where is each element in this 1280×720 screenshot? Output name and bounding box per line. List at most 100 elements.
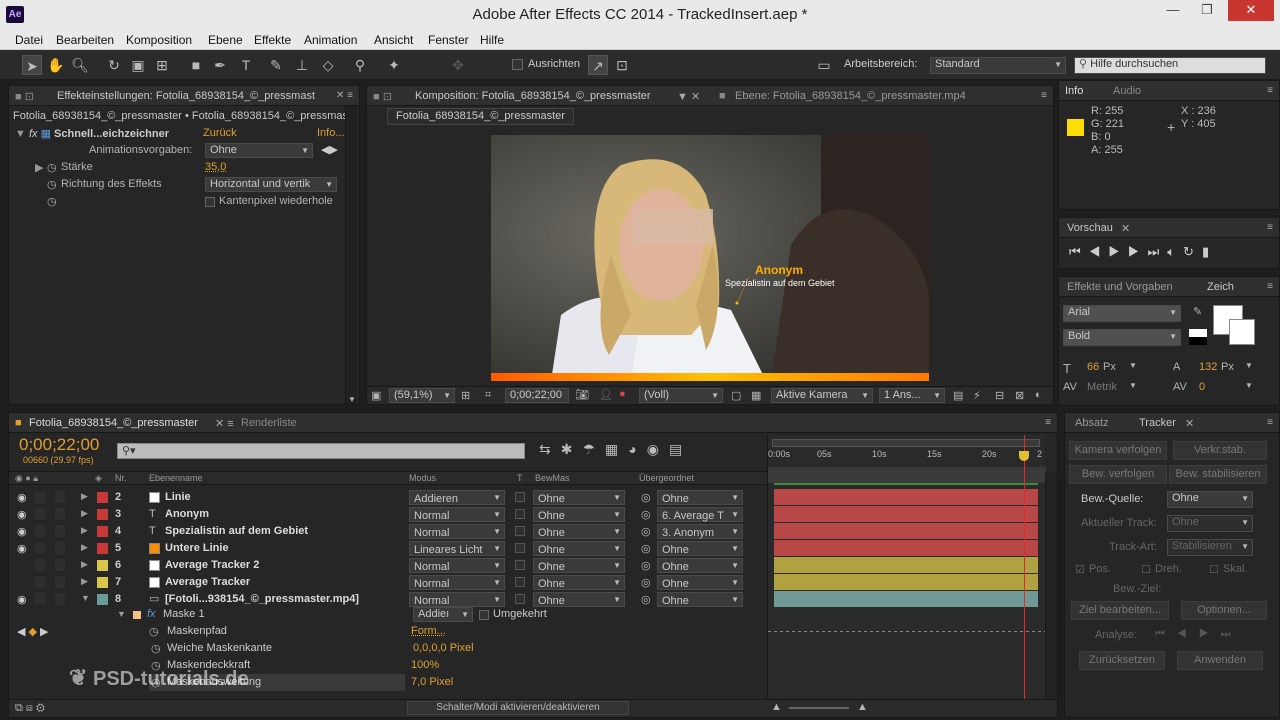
preserve-transparency-checkbox[interactable] [515, 526, 525, 536]
tab-tracker[interactable]: Tracker [1139, 417, 1176, 429]
playhead[interactable] [1023, 435, 1025, 699]
layer-label-color[interactable] [97, 543, 108, 554]
lock-switch[interactable] [55, 559, 65, 571]
mask-color-swatch[interactable] [133, 611, 141, 619]
stopwatch-icon[interactable]: ◷ [149, 625, 159, 638]
layer-duration-bar[interactable] [774, 523, 1038, 539]
layer-duration-bar[interactable] [774, 489, 1038, 505]
lock-switch[interactable] [55, 576, 65, 588]
layer-mode-select[interactable]: Normal ▼ [409, 575, 505, 590]
lock-switch[interactable] [55, 491, 65, 503]
menu-komposition[interactable]: Komposition [126, 33, 192, 47]
work-area-bar[interactable] [772, 439, 1040, 447]
play-icon[interactable]: ▶︎ [1108, 244, 1128, 259]
layer-parent-select[interactable]: 3. Anonym ▼ [657, 524, 743, 539]
mask-path-keyframes[interactable] [768, 631, 1046, 632]
parent-pickwhip-icon[interactable]: ◎ [641, 525, 651, 538]
layer-expand-icon[interactable]: ▶ [81, 508, 88, 519]
layer-name[interactable]: [Fotoli...938154_©_pressmaster.mp4] [165, 593, 359, 605]
effects-scrollbar[interactable]: ▼ [345, 106, 357, 404]
layer-label-color[interactable] [97, 594, 108, 605]
layer-duration-bar[interactable] [774, 506, 1038, 522]
layer-expand-icon[interactable]: ▶ [81, 542, 88, 553]
lock-switch[interactable] [55, 508, 65, 520]
layer-label-color[interactable] [97, 526, 108, 537]
first-frame-icon[interactable]: ⏮︎ [1069, 244, 1089, 259]
zoom-select[interactable]: (59,1%) ▼ [389, 388, 455, 403]
layer-name[interactable]: Anonym [165, 508, 209, 520]
layer-parent-select[interactable]: Ohne ▼ [657, 541, 743, 556]
tracking-dropdown-icon[interactable]: ▼ [1245, 381, 1253, 390]
views-select[interactable]: 1 Ans... ▼ [879, 388, 945, 403]
brush-tool-icon[interactable]: ✎ [266, 55, 286, 75]
timeline-icon[interactable]: ⊟ [995, 389, 1004, 402]
layer-parent-select[interactable]: Ohne ▼ [657, 575, 743, 590]
grid-icon[interactable]: ⊞ [461, 389, 470, 402]
apply-button[interactable]: Anwenden [1177, 651, 1263, 670]
layer-name[interactable]: Untere Linie [165, 542, 229, 554]
preserve-transparency-checkbox[interactable] [515, 594, 525, 604]
layer-mode-select[interactable]: Normal ▼ [409, 524, 505, 539]
leading-dropdown-icon[interactable]: ▼ [1245, 361, 1253, 370]
layer-parent-select[interactable]: Ohne ▼ [657, 558, 743, 573]
mask-path-value[interactable]: Form... [411, 625, 446, 637]
timecode-field[interactable]: 0;00;22;00 [505, 388, 569, 403]
position-checkbox[interactable]: ☑ [1075, 563, 1085, 576]
loop-icon[interactable]: ↻ [1183, 244, 1202, 259]
tab-composition-timeline[interactable]: Fotolia_68938154_©_pressmaster [29, 417, 198, 429]
last-frame-icon[interactable]: ⏭︎ [1148, 244, 1168, 259]
layer-row[interactable]: ▶ 6 Average Tracker 2 Normal ▼ Ohne ▼ ◎ Ohne ▼ [9, 557, 769, 574]
text-tool-icon[interactable]: T [236, 55, 256, 75]
time-ruler[interactable]: 0:00s 05s 10s 15s 20s 2 [768, 449, 1046, 463]
parent-pickwhip-icon[interactable]: ◎ [641, 491, 651, 504]
region-icon[interactable]: ▣ [371, 389, 381, 402]
direction-select[interactable]: Horizontal und vertik ▼ [205, 177, 337, 192]
menu-ebene[interactable]: Ebene [208, 33, 243, 47]
layer-name[interactable]: Average Tracker 2 [165, 559, 259, 571]
preserve-transparency-checkbox[interactable] [515, 509, 525, 519]
solo-switch[interactable] [35, 525, 45, 537]
solo-switch[interactable] [35, 576, 45, 588]
layer-trkmat-select[interactable]: Ohne ▼ [533, 524, 625, 539]
draft-3d-icon[interactable]: ✱ [561, 441, 583, 457]
layer-duration-bar[interactable] [774, 574, 1038, 590]
layer-expand-icon[interactable]: ▶ [81, 576, 88, 587]
layer-expand-icon[interactable]: ▶ [81, 559, 88, 570]
puppet-tool-icon[interactable]: ✦ [384, 55, 404, 75]
playhead-handle[interactable] [1018, 451, 1029, 461]
menu-datei[interactable]: Datei [15, 33, 43, 47]
pen-tool-icon[interactable]: ✒ [210, 55, 230, 75]
track-motion-button[interactable]: Bew. verfolgen [1069, 465, 1167, 484]
motion-source-select[interactable]: Ohne ▼ [1167, 491, 1253, 508]
visibility-eye-icon[interactable]: ◉ [17, 525, 27, 538]
transparency-grid-icon[interactable]: ▦ [751, 389, 761, 402]
snapshot-icon[interactable]: 📷︎ [575, 388, 589, 401]
time-graph[interactable]: 0:00s 05s 10s 15s 20s 2 [767, 435, 1046, 699]
presets-nav-icon[interactable]: ◀▶ [321, 143, 338, 156]
analyze-controls[interactable]: ⏮◀▶⏭ [1155, 628, 1242, 641]
hand-tool-icon[interactable]: ✋ [46, 55, 66, 75]
stroke-color-swatch[interactable] [1229, 319, 1255, 345]
kerning-value[interactable]: Metrik [1087, 381, 1117, 393]
font-select[interactable]: Arial ▼ [1063, 305, 1181, 322]
edge-pixels-checkbox[interactable] [205, 197, 215, 207]
tab-info[interactable]: Info [1065, 85, 1083, 97]
mask-name[interactable]: Maske 1 [163, 608, 205, 620]
tab-paragraph[interactable]: Absatz [1075, 417, 1109, 429]
brainstorm-icon[interactable]: ▤ [669, 441, 692, 457]
layer-mode-select[interactable]: Normal ▼ [409, 558, 505, 573]
minimize-button[interactable]: — [1158, 0, 1188, 21]
effect-controls-tab[interactable]: ■ ⊡ Effekteinstellungen: Fotolia_6893815… [9, 86, 359, 106]
help-search-input[interactable]: ⚲ Hilfe durchsuchen [1074, 57, 1266, 74]
zoom-in-icon[interactable]: ▲ [857, 701, 868, 713]
scale-checkbox[interactable]: ☐ [1209, 563, 1219, 576]
stopwatch-icon[interactable]: ◷ [47, 178, 57, 191]
tab-effects-presets[interactable]: Effekte und Vorgaben [1067, 281, 1173, 293]
shy-icon[interactable]: ☂ [582, 441, 605, 457]
rectangle-tool-icon[interactable]: ■ [186, 55, 206, 75]
roi-icon[interactable]: ▢ [731, 389, 741, 402]
rotate-tool-icon[interactable]: ↻ [104, 55, 124, 75]
layer-tab[interactable]: Ebene: Fotolia_68938154_©_pressmaster.mp… [735, 90, 966, 102]
rotation-checkbox[interactable]: ☐ [1141, 563, 1151, 576]
layer-row[interactable]: ▶ 7 Average Tracker Normal ▼ Ohne ▼ ◎ Ohne ▼ [9, 574, 769, 591]
